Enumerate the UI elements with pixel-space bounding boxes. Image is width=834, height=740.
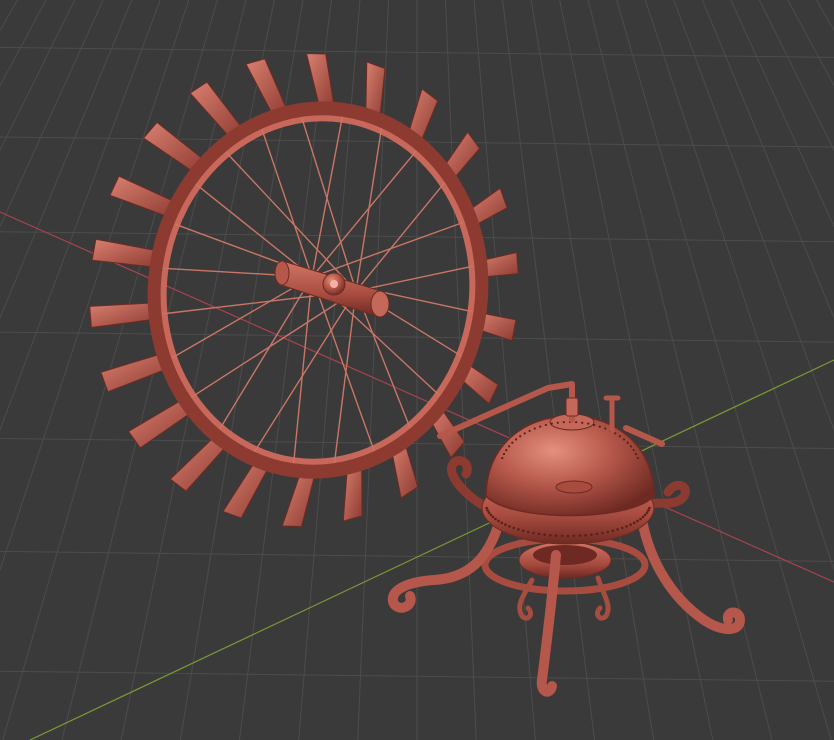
rivet (508, 525, 511, 528)
rivet (618, 435, 621, 438)
rivet (595, 532, 599, 536)
rivet (514, 438, 518, 441)
rivet (626, 441, 629, 444)
rivet (625, 525, 628, 528)
boiler-leg-front-right (637, 515, 746, 634)
rivet (528, 429, 531, 432)
grid-line (787, 0, 834, 87)
rivet (629, 445, 633, 448)
rivet (489, 513, 493, 517)
rivet (572, 534, 576, 538)
rivet (504, 523, 507, 527)
paddle-wheel-object[interactable] (89, 52, 519, 528)
rivet (494, 517, 497, 521)
grid-line (616, 0, 832, 740)
rivet (632, 449, 635, 452)
rivet (562, 421, 565, 424)
rivet (620, 526, 624, 530)
spoke (292, 276, 313, 464)
grid-line (557, 0, 834, 740)
rivet (512, 526, 516, 530)
grid-line (644, 0, 834, 572)
rivet (486, 508, 489, 512)
grid-line (585, 0, 834, 740)
rivet (526, 530, 530, 534)
rivet (611, 529, 615, 533)
spoke (195, 184, 313, 278)
grid-line (543, 0, 834, 740)
rivet (636, 456, 639, 460)
grid-line (815, 0, 834, 32)
rivet (502, 452, 506, 456)
rivet (485, 506, 488, 510)
rivet (643, 513, 647, 517)
rivet (487, 511, 491, 514)
rivet (590, 533, 593, 536)
grid-line (669, 0, 834, 740)
rivet (543, 533, 546, 536)
boiler-burner-top (533, 545, 597, 565)
rivet (598, 425, 601, 428)
rivet (491, 515, 495, 519)
rivet (497, 519, 500, 523)
rivet (606, 530, 610, 534)
rivet (648, 506, 651, 510)
3d-viewport[interactable] (0, 0, 834, 740)
rivet (575, 421, 578, 424)
rivet (519, 435, 522, 438)
rivet (604, 427, 607, 430)
rivet (523, 432, 526, 435)
rivet (500, 521, 504, 525)
boiler-hatch (555, 480, 593, 494)
rivet (533, 427, 536, 430)
rivet (601, 531, 604, 535)
rivet (539, 425, 542, 428)
grid-line (571, 0, 834, 740)
spoke (253, 290, 357, 453)
viewport-canvas[interactable] (0, 0, 834, 740)
rivet (622, 438, 626, 441)
rivet (544, 423, 547, 427)
rivet (560, 534, 564, 538)
rivet (647, 508, 650, 512)
boiler-valve (565, 397, 579, 417)
rivet (566, 534, 570, 538)
rivet (549, 533, 552, 537)
grid-line (578, 0, 834, 740)
rivet (632, 521, 636, 525)
rivet (521, 529, 525, 533)
grid-line (564, 0, 834, 740)
rivet (636, 519, 639, 523)
spoke (171, 276, 313, 359)
rivet (587, 422, 590, 425)
grid-line (522, 0, 834, 740)
rivet (584, 533, 587, 537)
rivet (507, 445, 511, 448)
rivet (537, 532, 541, 536)
rivet (554, 534, 558, 537)
rivet (505, 449, 508, 452)
rivet (614, 432, 617, 435)
rivet (634, 452, 638, 456)
rivet (641, 515, 645, 519)
rivet (581, 421, 584, 424)
grid-line (676, 0, 834, 740)
grid-line (473, 0, 536, 740)
rivet (578, 534, 582, 537)
rivet (616, 528, 619, 531)
rivet (556, 421, 559, 424)
spoke (219, 276, 313, 430)
rivet (501, 456, 504, 460)
spoke (333, 290, 357, 464)
rivet (639, 517, 642, 521)
rivet (593, 423, 596, 427)
grid-line (559, 0, 714, 740)
rivet (645, 511, 649, 514)
rivet (511, 441, 514, 444)
rivet (629, 523, 632, 527)
rivet (550, 422, 553, 425)
rivet (532, 531, 535, 535)
rivet (517, 528, 520, 531)
